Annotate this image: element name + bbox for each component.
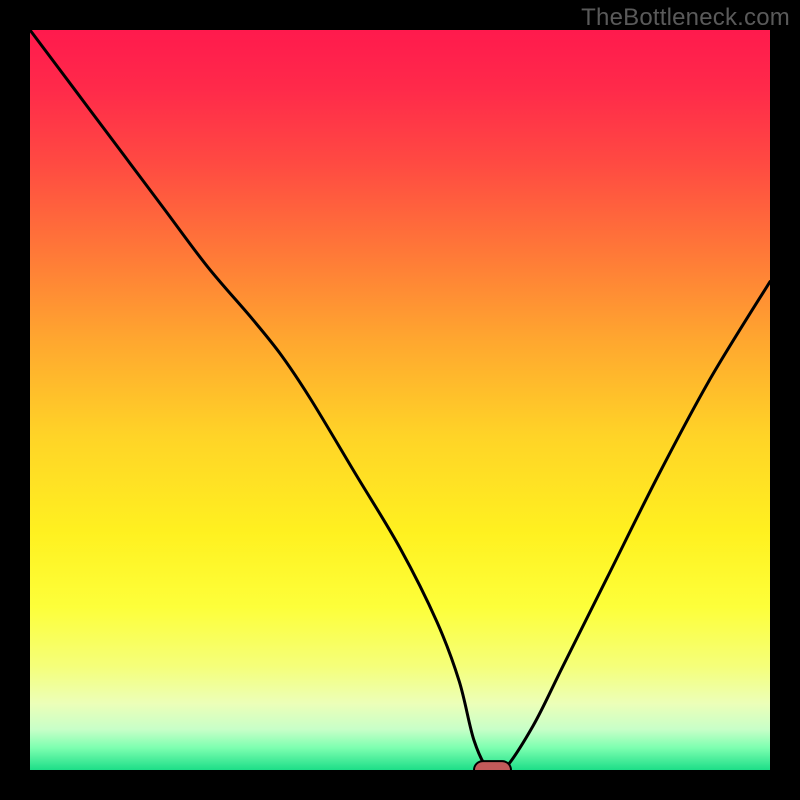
optimal-marker: [474, 761, 511, 779]
watermark-text: TheBottleneck.com: [581, 4, 790, 32]
plot-background: [30, 30, 770, 770]
bottleneck-chart: [0, 0, 800, 800]
chart-root: TheBottleneck.com: [0, 0, 800, 800]
